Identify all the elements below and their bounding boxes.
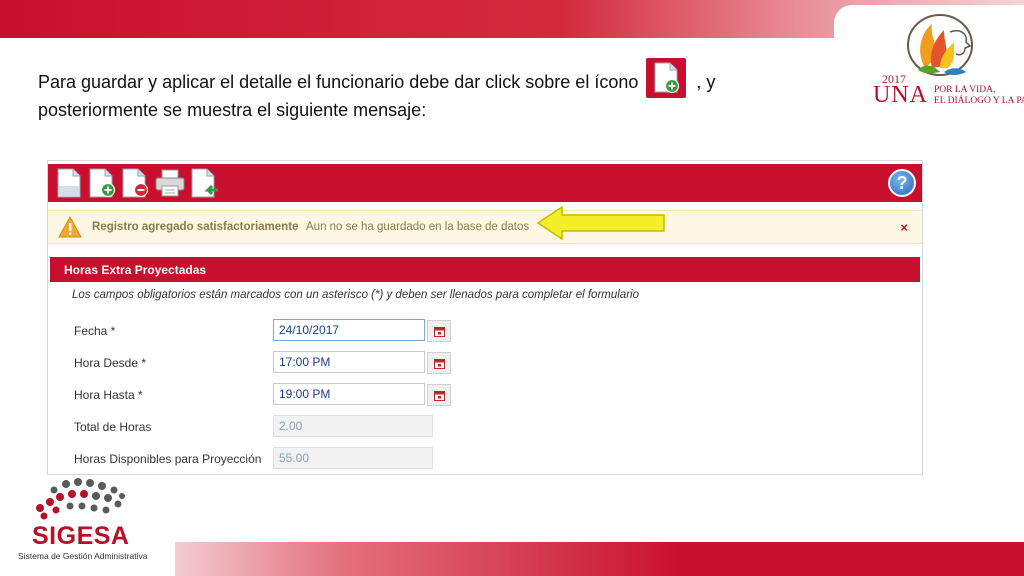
new-document-icon[interactable]: [56, 168, 84, 198]
total-horas-label: Total de Horas: [74, 420, 152, 434]
hora-hasta-input[interactable]: [273, 383, 425, 405]
sigesa-logo: SIGESA Sistema de Gestión Administrativa: [16, 470, 166, 570]
alert-message: Aun no se ha guardado en la base de dato…: [306, 221, 530, 233]
hora-hasta-calendar-button[interactable]: [427, 384, 451, 406]
return-document-icon[interactable]: [190, 168, 220, 198]
app-screenshot: ? Registro agregado satisfactoriamente A…: [47, 160, 923, 475]
add-document-icon[interactable]: [88, 168, 116, 198]
sigesa-dots-icon: [36, 478, 125, 520]
hora-desde-label: Hora Desde *: [74, 356, 147, 370]
una-name: UNA: [873, 82, 928, 108]
una-logo: 2017 UNA POR LA VIDA, EL DIÁLOGO Y LA PA…: [870, 10, 1024, 108]
fecha-input[interactable]: [273, 319, 425, 341]
calendar-icon: [434, 327, 445, 337]
instruction-part-1: Para guardar y aplicar el detalle el fun…: [38, 71, 639, 92]
arrow-left-icon: [536, 205, 665, 241]
success-alert: Registro agregado satisfactoriamente Aun…: [48, 210, 922, 244]
horas-disponibles-label: Horas Disponibles para Proyección: [74, 452, 262, 466]
sigesa-subtitle: Sistema de Gestión Administrativa: [18, 551, 148, 561]
horas-disponibles-field: [273, 447, 433, 469]
bottom-decorative-band: [170, 542, 1024, 576]
hora-desde-calendar-button[interactable]: [427, 352, 451, 374]
close-icon[interactable]: ×: [900, 220, 908, 235]
toolbar: ?: [48, 164, 922, 202]
delete-document-icon[interactable]: [121, 168, 149, 198]
print-icon[interactable]: [154, 168, 186, 198]
hora-desde-input[interactable]: [273, 351, 425, 373]
calendar-icon: [434, 391, 445, 401]
add-document-icon: [646, 58, 687, 98]
una-tagline-2: EL DIÁLOGO Y LA PAZ: [934, 96, 1024, 106]
una-emblem-icon: [907, 14, 973, 76]
fecha-calendar-button[interactable]: [427, 320, 451, 342]
fecha-label: Fecha *: [74, 324, 116, 338]
total-horas-field: [273, 415, 433, 437]
sigesa-name: SIGESA: [32, 522, 130, 550]
help-button[interactable]: ?: [888, 169, 916, 197]
calendar-icon: [434, 359, 445, 369]
required-fields-note: Los campos obligatorios están marcados c…: [72, 289, 639, 301]
alert-title: Registro agregado satisfactoriamente: [92, 221, 299, 233]
help-icon: ?: [896, 173, 908, 193]
una-tagline-1: POR LA VIDA,: [934, 85, 996, 95]
section-title: Horas Extra Proyectadas: [50, 257, 920, 282]
instruction-text: Para guardar y aplicar el detalle el fun…: [38, 58, 798, 123]
warning-icon: [58, 216, 82, 238]
hora-hasta-label: Hora Hasta *: [74, 388, 143, 402]
